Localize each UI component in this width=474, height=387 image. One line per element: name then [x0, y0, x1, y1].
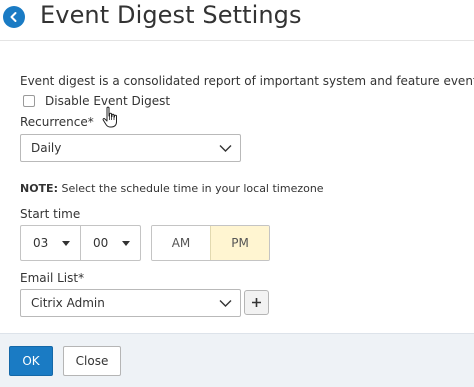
minute-value: 00 — [93, 236, 109, 250]
pm-button[interactable]: PM — [210, 226, 269, 260]
minute-select[interactable]: 00 — [80, 226, 140, 260]
am-pm-toggle: AM PM — [151, 225, 270, 261]
email-list-select[interactable]: Citrix Admin — [20, 289, 241, 317]
chevron-down-icon — [219, 300, 232, 307]
note-text: Select the schedule time in your local t… — [57, 182, 324, 195]
timezone-note: NOTE: Select the schedule time in your l… — [20, 182, 324, 195]
disable-event-digest-checkbox[interactable] — [23, 95, 35, 107]
start-time-picker: 03 00 — [20, 225, 141, 261]
recurrence-value: Daily — [31, 141, 62, 155]
hour-select[interactable]: 03 — [21, 226, 80, 260]
back-button[interactable] — [3, 6, 25, 28]
page-header: Event Digest Settings — [0, 0, 474, 38]
plus-icon — [252, 298, 261, 307]
event-digest-settings-page: Event Digest Settings Event digest is a … — [0, 0, 474, 387]
caret-down-icon — [62, 241, 70, 246]
am-button[interactable]: AM — [152, 226, 210, 260]
add-email-list-button[interactable] — [244, 290, 269, 315]
hand-cursor-icon — [102, 106, 117, 128]
hour-value: 03 — [33, 236, 49, 250]
description-text: Event digest is a consolidated report of… — [20, 74, 474, 88]
ok-button[interactable]: OK — [9, 346, 53, 376]
dialog-footer: OK Close — [0, 333, 474, 387]
email-list-label: Email List* — [20, 271, 85, 285]
email-list-value: Citrix Admin — [31, 296, 105, 310]
recurrence-label: Recurrence* — [20, 115, 94, 129]
start-time-label: Start time — [20, 207, 81, 221]
chevron-down-icon — [219, 145, 232, 152]
header-divider — [0, 40, 474, 41]
recurrence-select[interactable]: Daily — [20, 134, 241, 162]
note-prefix: NOTE: — [20, 182, 58, 195]
page-title: Event Digest Settings — [40, 1, 302, 29]
arrow-left-icon — [10, 12, 17, 22]
caret-down-icon — [122, 241, 130, 246]
disable-event-digest-row[interactable]: Disable Event Digest — [23, 94, 170, 108]
close-button[interactable]: Close — [63, 346, 121, 376]
